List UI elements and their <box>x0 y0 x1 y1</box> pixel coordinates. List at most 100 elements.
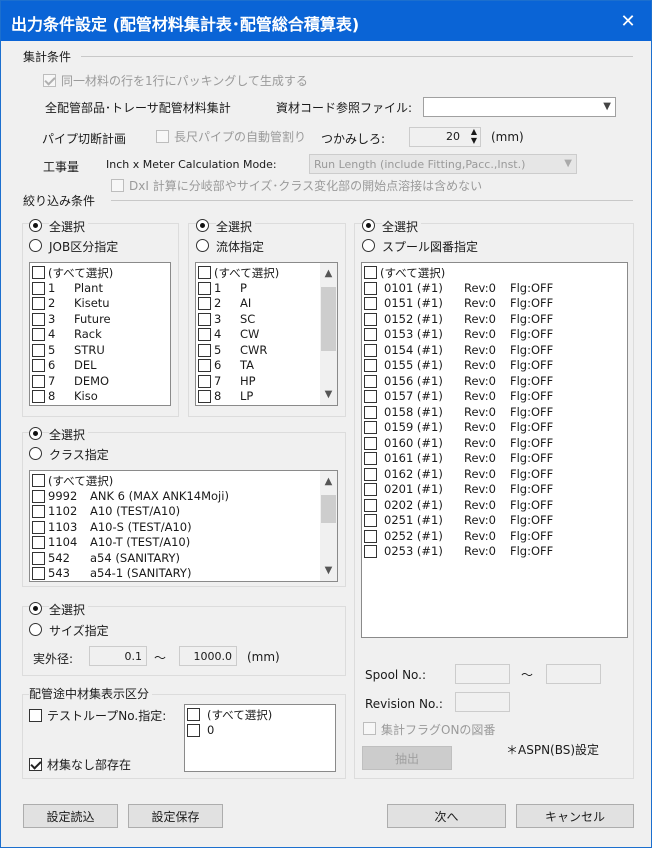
item-name: Kiso <box>74 389 98 403</box>
item-checkbox[interactable] <box>198 281 211 295</box>
spool-no-tilde: ～ <box>521 668 534 682</box>
item-checkbox[interactable] <box>198 266 211 279</box>
next-button[interactable]: 次へ <box>387 804 506 828</box>
item-checkbox[interactable] <box>364 483 377 496</box>
fluid-specify-radio[interactable] <box>196 239 209 252</box>
item-checkbox[interactable] <box>364 343 377 357</box>
item-checkbox[interactable] <box>364 405 377 419</box>
size-specify-radio[interactable] <box>29 623 42 636</box>
aspn-note[interactable]: ＊ASPN(BS)設定 <box>506 741 599 758</box>
class-scrollbar[interactable]: ▲ ▼ <box>320 471 337 581</box>
scroll-thumb[interactable] <box>321 495 336 523</box>
revision-field[interactable] <box>455 692 510 712</box>
spool-no-from-field[interactable] <box>455 664 510 684</box>
scroll-down-icon[interactable]: ▼ <box>320 562 337 579</box>
load-settings-button[interactable]: 設定読込 <box>23 804 118 828</box>
testloop-list[interactable]: (すべて選択) 0 <box>184 704 336 772</box>
item-checkbox[interactable] <box>32 297 45 310</box>
item-checkbox[interactable] <box>364 390 377 403</box>
item-checkbox[interactable] <box>32 312 45 326</box>
material-code-file-combo[interactable]: ▼ <box>423 97 616 117</box>
grip-label: つかみしろ: <box>321 132 386 146</box>
item-checkbox[interactable] <box>364 281 377 295</box>
spinner-arrows-icon[interactable]: ▲ ▼ <box>471 127 477 145</box>
item-checkbox[interactable] <box>32 551 45 565</box>
scroll-down-icon[interactable]: ▼ <box>320 386 337 403</box>
item-number: 1 <box>214 280 222 295</box>
item-checkbox[interactable] <box>364 467 377 481</box>
item-checkbox[interactable] <box>32 489 45 503</box>
fluid-list[interactable]: ▲ ▼ (すべて選択) 1 P 2 AI 3 SC 4 CW 5 CWR 6 TA 7 HP 8 LP <box>195 262 338 406</box>
item-checkbox[interactable] <box>198 312 211 326</box>
item-checkbox[interactable] <box>32 281 45 295</box>
save-settings-button[interactable]: 設定保存 <box>128 804 223 828</box>
item-checkbox[interactable] <box>32 520 45 534</box>
spool-revision: Rev:0 <box>464 296 496 310</box>
item-checkbox[interactable] <box>364 498 377 512</box>
spool-flag: Flg:OFF <box>510 497 554 512</box>
item-checkbox[interactable] <box>364 374 377 388</box>
spool-all-radio[interactable] <box>362 219 375 232</box>
same-material-checkbox[interactable] <box>43 74 56 87</box>
fluid-all-radio[interactable] <box>196 219 209 232</box>
class-list[interactable]: ▲ ▼ (すべて選択) 9992 ANK 6 (MAX ANK14Moji) 1102… <box>29 470 338 582</box>
scroll-up-icon[interactable]: ▲ <box>320 473 337 490</box>
dxi-checkbox[interactable] <box>111 179 124 192</box>
item-checkbox[interactable] <box>364 436 377 450</box>
item-checkbox[interactable] <box>198 390 211 403</box>
item-checkbox[interactable] <box>364 545 377 558</box>
class-all-radio[interactable] <box>29 427 42 440</box>
item-checkbox[interactable] <box>198 374 211 388</box>
spool-specify-radio[interactable] <box>362 239 375 252</box>
item-checkbox[interactable] <box>32 328 45 341</box>
spool-number: 0158 (#1) <box>384 404 443 419</box>
item-checkbox[interactable] <box>364 328 377 341</box>
item-checkbox[interactable] <box>364 529 377 543</box>
class-specify-radio[interactable] <box>29 447 42 460</box>
item-checkbox[interactable] <box>32 359 45 372</box>
item-checkbox[interactable] <box>32 390 45 403</box>
item-checkbox[interactable] <box>364 297 377 310</box>
grip-spinner[interactable]: 20 ▲ ▼ <box>409 127 481 147</box>
item-checkbox[interactable] <box>364 514 377 527</box>
calc-mode-value: Run Length (include Fitting,Pacc.,Inst.) <box>314 158 526 171</box>
item-checkbox[interactable] <box>198 343 211 357</box>
testloop-checkbox[interactable] <box>29 709 42 722</box>
item-checkbox[interactable] <box>364 312 377 326</box>
item-checkbox[interactable] <box>187 723 200 737</box>
job-all-radio[interactable] <box>29 219 42 232</box>
item-checkbox[interactable] <box>32 343 45 357</box>
item-checkbox[interactable] <box>32 505 45 518</box>
item-checkbox[interactable] <box>32 266 45 279</box>
job-specify-radio[interactable] <box>29 239 42 252</box>
item-checkbox[interactable] <box>364 452 377 465</box>
item-checkbox[interactable] <box>32 374 45 388</box>
close-button[interactable]: ✕ <box>605 1 651 41</box>
size-all-label: 全選択 <box>49 601 89 618</box>
cancel-button[interactable]: キャンセル <box>516 804 634 828</box>
long-pipe-checkbox[interactable] <box>156 130 169 143</box>
item-checkbox[interactable] <box>32 474 45 487</box>
item-checkbox[interactable] <box>364 421 377 434</box>
item-checkbox[interactable] <box>32 536 45 549</box>
item-checkbox[interactable] <box>187 708 200 721</box>
fluid-scrollbar[interactable]: ▲ ▼ <box>320 263 337 405</box>
item-checkbox[interactable] <box>364 359 377 372</box>
spool-list[interactable]: (すべて選択) 0101 (#1) Rev:0 Flg:OFF 0151 (#1) Rev… <box>361 262 628 638</box>
item-checkbox[interactable] <box>32 567 45 580</box>
od-max-field[interactable]: 1000.0 <box>179 646 237 666</box>
scroll-thumb[interactable] <box>321 287 336 351</box>
calc-mode-combo[interactable]: Run Length (include Fitting,Pacc.,Inst.)… <box>309 154 577 174</box>
spool-no-to-field[interactable] <box>546 664 601 684</box>
size-all-radio[interactable] <box>29 602 42 615</box>
extract-button[interactable]: 抽出 <box>362 746 452 770</box>
item-checkbox[interactable] <box>198 328 211 341</box>
flag-on-checkbox[interactable] <box>363 722 376 735</box>
nomat-checkbox[interactable] <box>29 758 42 771</box>
scroll-up-icon[interactable]: ▲ <box>320 265 337 282</box>
item-checkbox[interactable] <box>198 359 211 372</box>
od-min-field[interactable]: 0.1 <box>89 646 147 666</box>
item-checkbox[interactable] <box>198 297 211 310</box>
job-list[interactable]: (すべて選択) 1 Plant 2 Kisetu 3 Future 4 Rack 5 STRU 6 DE… <box>29 262 171 406</box>
item-checkbox[interactable] <box>364 266 377 279</box>
